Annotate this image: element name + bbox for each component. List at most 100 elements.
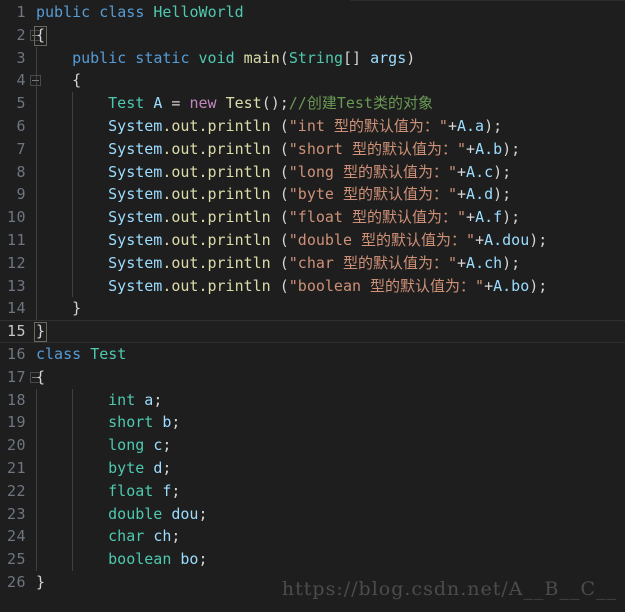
token-plain: } xyxy=(36,573,46,591)
token-plain: ); xyxy=(493,162,512,181)
token-type: double xyxy=(108,504,172,523)
token-plain: = xyxy=(162,94,190,113)
token-var: d xyxy=(153,459,163,477)
token-str: "byte 型的默认值为：" xyxy=(288,185,457,204)
token-str: "short 型的默认值为：" xyxy=(288,139,467,158)
token-kw: public xyxy=(72,48,136,67)
code-line-text: } xyxy=(36,571,45,594)
code-line[interactable]: int a; xyxy=(0,389,625,412)
code-line[interactable]: { xyxy=(0,366,625,389)
code-content[interactable]: public class HelloWorld{public static vo… xyxy=(0,0,625,612)
code-line-text: } xyxy=(36,320,45,343)
token-plain: ); xyxy=(484,117,503,135)
token-plain: { xyxy=(72,71,82,90)
code-line[interactable]: { xyxy=(0,69,625,92)
token-var: A xyxy=(475,139,485,158)
code-line-text: System.out.println ("byte 型的默认值为："+A.d); xyxy=(108,183,511,206)
code-line[interactable]: } xyxy=(0,320,625,343)
code-line-text: char ch; xyxy=(108,525,180,548)
token-var: dou xyxy=(171,504,199,523)
token-var: ch xyxy=(153,527,172,546)
token-var: c xyxy=(153,436,163,455)
token-kw: class xyxy=(99,3,154,21)
token-var: A xyxy=(153,94,163,113)
token-var: .d xyxy=(475,185,494,204)
code-line[interactable]: System.out.println ("short 型的默认值为："+A.b)… xyxy=(0,138,625,161)
token-str: "boolean 型的默认值为：" xyxy=(288,276,485,295)
token-plain: ( xyxy=(279,48,289,67)
code-line[interactable]: long c; xyxy=(0,434,625,457)
token-type: long xyxy=(108,436,154,455)
token-plain: ; xyxy=(153,390,163,409)
token-var: A xyxy=(457,117,467,135)
token-plain: ; xyxy=(171,413,181,432)
code-line-text: byte d; xyxy=(108,457,171,480)
token-sys: System xyxy=(108,185,163,204)
token-plain: { xyxy=(36,25,46,44)
token-plain: ( xyxy=(270,253,289,272)
token-plain: ; xyxy=(162,436,172,455)
code-editor[interactable]: 1 2 3 4 5 6 7 8 9 10 11 12 13 14 15 16 17 18 19 20 21 22 23 24 2… xyxy=(0,0,625,612)
code-line[interactable]: public class HelloWorld xyxy=(0,1,625,24)
token-sys: System xyxy=(108,162,163,181)
token-str: "long 型的默认值为：" xyxy=(288,162,457,181)
code-line-text: System.out.println ("char 型的默认值为："+A.ch)… xyxy=(108,252,520,275)
code-line[interactable]: } xyxy=(0,297,625,320)
code-line[interactable]: public static void main(String[] args) xyxy=(0,47,625,70)
token-sys: System xyxy=(108,208,163,227)
token-fn: .out.println xyxy=(162,208,271,227)
token-plain: + xyxy=(466,208,476,227)
token-plain: + xyxy=(447,117,457,135)
token-plain: + xyxy=(457,253,467,272)
token-type: String xyxy=(288,48,344,67)
code-line-text: System.out.println ("long 型的默认值为："+A.c); xyxy=(108,161,511,184)
token-type: HelloWorld xyxy=(153,3,244,21)
token-var: A xyxy=(466,253,476,272)
token-str: "float 型的默认值为：" xyxy=(288,208,467,227)
token-plain: ); xyxy=(529,276,548,295)
code-line[interactable]: char ch; xyxy=(0,525,625,548)
token-var: .ch xyxy=(475,253,503,272)
code-line-text: System.out.println ("int 型的默认值为："+A.a); xyxy=(108,115,502,138)
code-line[interactable]: System.out.println ("char 型的默认值为："+A.ch)… xyxy=(0,252,625,275)
token-fn: Test xyxy=(225,94,262,113)
code-line-text: float f; xyxy=(108,480,180,503)
token-sys: System xyxy=(108,117,163,135)
code-line[interactable]: float f; xyxy=(0,480,625,503)
token-kw: static xyxy=(135,48,199,67)
code-line[interactable]: double dou; xyxy=(0,503,625,526)
token-plain: ( xyxy=(270,185,289,204)
token-var: .a xyxy=(466,117,485,135)
code-line-text: int a; xyxy=(108,389,162,412)
token-fn: .out.println xyxy=(162,185,271,204)
code-line[interactable]: class Test xyxy=(0,343,625,366)
token-var: A xyxy=(466,162,476,181)
top-rule xyxy=(350,0,625,1)
code-line-text: { xyxy=(36,24,45,47)
code-line[interactable]: System.out.println ("long 型的默认值为："+A.c); xyxy=(0,161,625,184)
token-cmt: //创建Test类的对象 xyxy=(288,94,433,113)
code-line[interactable]: System.out.println ("boolean 型的默认值为："+A.… xyxy=(0,275,625,298)
code-line[interactable]: byte d; xyxy=(0,457,625,480)
token-type: Test xyxy=(108,94,154,113)
code-line[interactable]: boolean bo; xyxy=(0,548,625,571)
token-fn: .out.println xyxy=(162,139,271,158)
token-type: void xyxy=(198,48,244,67)
token-var: .bo xyxy=(502,276,530,295)
code-line[interactable]: short b; xyxy=(0,411,625,434)
code-line[interactable]: System.out.println ("int 型的默认值为："+A.a); xyxy=(0,115,625,138)
token-plain: [] xyxy=(343,48,371,67)
code-line[interactable]: System.out.println ("double 型的默认值为："+A.d… xyxy=(0,229,625,252)
token-plain: ( xyxy=(270,208,289,227)
code-line[interactable]: { xyxy=(0,24,625,47)
code-line[interactable]: Test A = new Test();//创建Test类的对象 xyxy=(0,92,625,115)
code-line-text: Test A = new Test();//创建Test类的对象 xyxy=(108,92,433,115)
token-plain: ( xyxy=(270,276,289,295)
token-sys: System xyxy=(108,276,163,295)
token-plain: + xyxy=(457,185,467,204)
token-plain: ); xyxy=(502,253,521,272)
code-line[interactable]: System.out.println ("byte 型的默认值为："+A.d); xyxy=(0,183,625,206)
token-type: Test xyxy=(90,345,127,363)
token-fn: .out.println xyxy=(162,253,271,272)
code-line[interactable]: System.out.println ("float 型的默认值为："+A.f)… xyxy=(0,206,625,229)
